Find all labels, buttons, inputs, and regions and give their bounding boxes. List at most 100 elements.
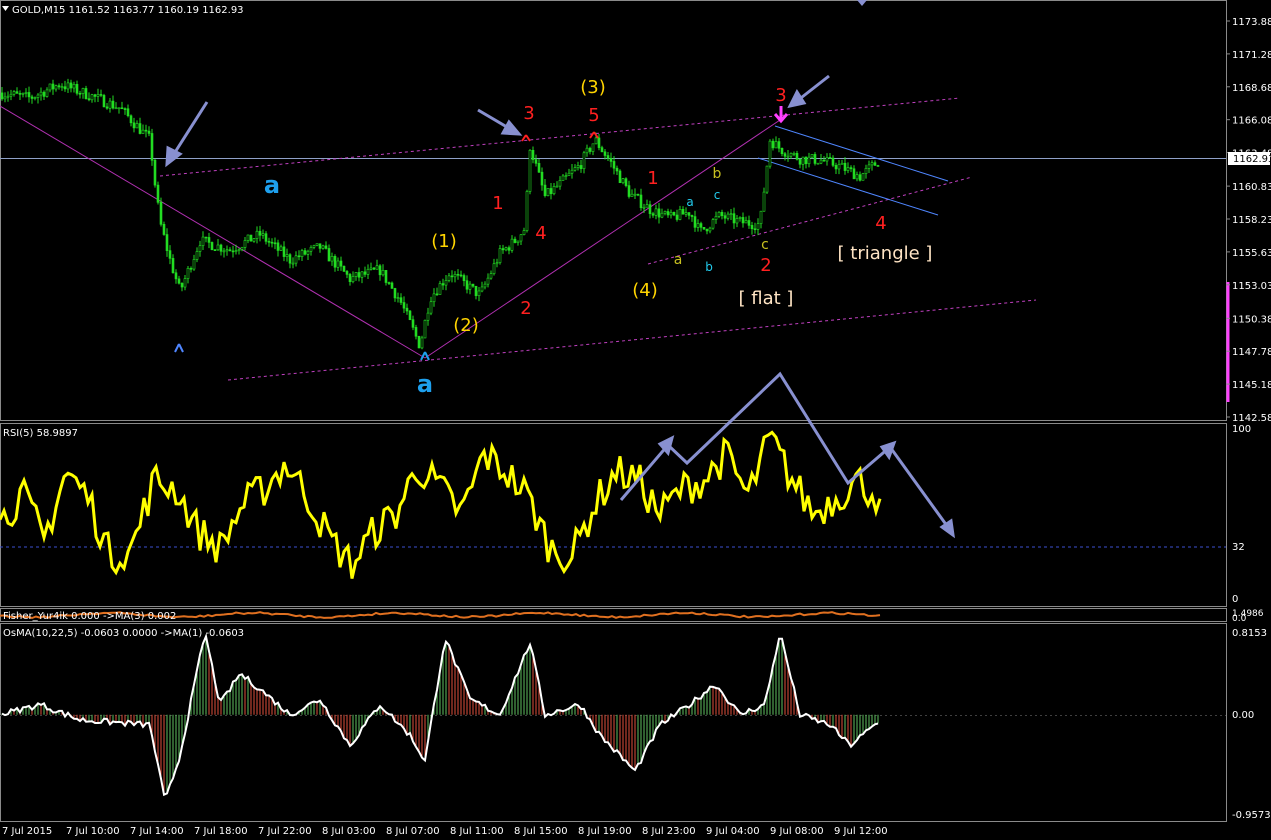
candle-body bbox=[789, 153, 793, 157]
candle-body bbox=[585, 147, 589, 154]
fisher-axis: 1.4986 0.0 bbox=[1232, 609, 1264, 624]
candle-body bbox=[189, 268, 193, 270]
candle-body bbox=[336, 260, 340, 268]
price-axis: 1173.881171.281168.681166.081163.481160.… bbox=[1226, 17, 1271, 424]
candle-body bbox=[639, 194, 643, 208]
candle-body bbox=[846, 167, 850, 171]
candle-body bbox=[15, 91, 19, 94]
candle-body bbox=[270, 241, 274, 244]
wave-label-4b: 4 bbox=[875, 213, 886, 234]
candle-body bbox=[267, 241, 271, 243]
candle-body bbox=[822, 159, 826, 162]
candle-body bbox=[144, 129, 148, 132]
fractal-down-icon bbox=[174, 343, 184, 353]
candle-body bbox=[339, 260, 343, 267]
candle-body bbox=[648, 204, 652, 214]
candle-body bbox=[489, 273, 493, 279]
candle-body bbox=[354, 272, 358, 277]
candle-body bbox=[714, 216, 718, 220]
wave-label-a-left: a bbox=[264, 171, 280, 199]
candle-body bbox=[537, 163, 541, 173]
candle-body bbox=[279, 246, 283, 251]
wave-label-a-bottom: a bbox=[417, 370, 433, 398]
candle-body bbox=[246, 234, 250, 241]
time-axis-label: 8 Jul 11:00 bbox=[450, 826, 504, 837]
candle-body bbox=[855, 174, 859, 180]
candle-body bbox=[252, 238, 256, 242]
candle-body bbox=[171, 258, 175, 274]
candle-body bbox=[534, 159, 538, 164]
candle-body bbox=[702, 227, 706, 230]
candle-body bbox=[423, 319, 427, 339]
candle-body bbox=[546, 188, 550, 196]
wave-label-1b: 1 bbox=[647, 168, 658, 189]
fisher-pane-border bbox=[0, 608, 1227, 622]
candle-body bbox=[684, 212, 688, 215]
candle-body bbox=[300, 250, 304, 258]
arrow-icon bbox=[165, 101, 209, 168]
candle-body bbox=[306, 250, 310, 255]
osma-axis-tick: -0.9573 bbox=[1232, 810, 1271, 821]
candle-body bbox=[531, 150, 535, 160]
candle-body bbox=[69, 82, 73, 89]
time-axis-label: 9 Jul 04:00 bbox=[706, 826, 760, 837]
rsi-axis-tick: 100 bbox=[1232, 424, 1251, 435]
candle-body bbox=[174, 272, 178, 280]
candle-body bbox=[213, 249, 217, 252]
candle-body bbox=[444, 280, 448, 286]
candle-body bbox=[117, 107, 121, 110]
candle-body bbox=[78, 92, 82, 95]
time-axis-label: 7 Jul 22:00 bbox=[258, 826, 312, 837]
candle-body bbox=[351, 276, 355, 282]
candle-body bbox=[570, 169, 574, 174]
candle-body bbox=[114, 107, 118, 110]
candle-body bbox=[522, 230, 526, 236]
candle-body bbox=[297, 255, 301, 258]
candle-body bbox=[435, 293, 439, 296]
candle-body bbox=[180, 282, 184, 288]
candle-body bbox=[615, 167, 619, 172]
candle-body bbox=[237, 249, 241, 251]
price-axis-tick: 1168.68 bbox=[1232, 83, 1271, 94]
dropdown-triangle-icon[interactable] bbox=[2, 6, 9, 11]
candle-body bbox=[381, 270, 385, 276]
arrow-icon bbox=[477, 108, 523, 136]
candle-body bbox=[360, 271, 364, 278]
candle-body bbox=[162, 224, 166, 235]
candle-body bbox=[345, 271, 349, 275]
candle-body bbox=[324, 245, 328, 249]
candle-body bbox=[456, 273, 460, 276]
candle-body bbox=[3, 96, 7, 100]
candle-body bbox=[486, 277, 490, 285]
candle-body bbox=[786, 155, 790, 158]
candle-body bbox=[288, 254, 292, 264]
candle-body bbox=[441, 283, 445, 286]
candle-body bbox=[30, 96, 34, 99]
rsi-line bbox=[0, 430, 882, 579]
candle-body bbox=[384, 270, 388, 283]
candle-body bbox=[33, 97, 37, 99]
candle-body bbox=[465, 280, 469, 290]
candle-body bbox=[813, 154, 817, 164]
candle-body bbox=[408, 310, 412, 320]
candle-body bbox=[414, 327, 418, 337]
rsi-pane-border bbox=[0, 423, 1227, 607]
candle-body bbox=[849, 167, 853, 170]
candle-body bbox=[411, 319, 415, 328]
candle-body bbox=[168, 250, 172, 259]
candle-body bbox=[711, 219, 715, 229]
candle-body bbox=[51, 83, 55, 90]
price-axis-tick: 1150.38 bbox=[1232, 314, 1271, 325]
candle-body bbox=[159, 202, 163, 225]
candle-body bbox=[231, 250, 235, 253]
candle-body bbox=[471, 283, 475, 287]
candle-body bbox=[705, 228, 709, 232]
candle-body bbox=[165, 234, 169, 251]
candle-body bbox=[57, 85, 61, 88]
candle-body bbox=[333, 256, 337, 268]
candle-body bbox=[831, 157, 835, 166]
label-flat: [ flat ] bbox=[739, 288, 794, 309]
candle-body bbox=[663, 211, 667, 214]
candle-body bbox=[594, 137, 598, 145]
candle-body bbox=[45, 89, 49, 97]
